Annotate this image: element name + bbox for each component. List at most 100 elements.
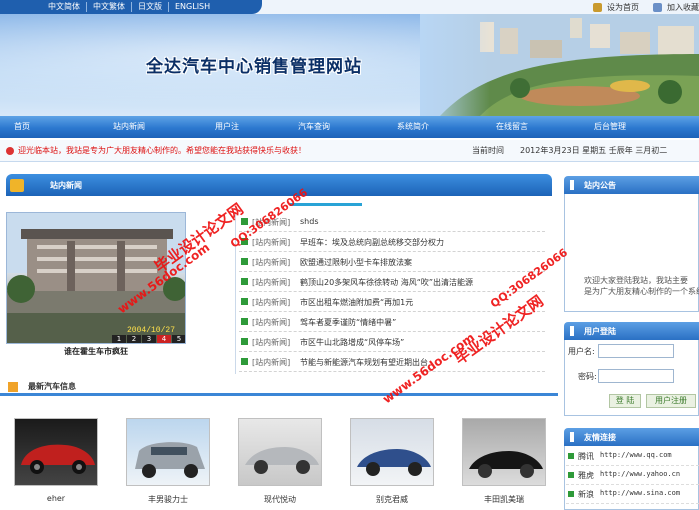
add-favorite-label: 加入收藏 [667,2,699,12]
news-tag: [站内新闻] [252,318,291,327]
news-link[interactable]: 市区牛山北路增成“风停车场” [300,337,404,348]
friend-link-sina[interactable]: 新浪 http://www.sina.com [566,486,699,504]
password-input[interactable] [598,369,674,383]
lang-japanese[interactable]: 日文版 [131,2,168,12]
news-tag: [站内新闻] [252,298,291,307]
bullet-icon [241,258,248,265]
nav-about[interactable]: 系统简介 [388,116,438,138]
photo-page-4[interactable]: 4 [157,335,171,343]
add-favorite-link[interactable]: 加入收藏 [653,2,699,13]
nav-guestbook[interactable]: 在线留言 [438,116,586,138]
car-name-4[interactable]: 别克君威 [342,494,442,505]
nav-site-news[interactable]: 站内新闻 [44,116,214,138]
site-title: 全达汽车中心销售管理网站 [146,57,362,77]
header-banner: 全达汽车中心销售管理网站 [0,14,699,116]
login-button[interactable]: 登 陆 [609,394,641,408]
username-input[interactable] [598,344,674,358]
link-name: 雅虎 [578,471,594,480]
list-item[interactable]: [站内新闻] shds [239,212,545,232]
news-link[interactable]: 欧盟通过限制小型卡车排放法案 [300,257,412,268]
red-car-image [21,444,95,474]
bullet-icon [241,318,248,325]
list-item[interactable]: [站内新闻] 节能与新能源汽车规划有望近期出台 [239,352,545,372]
photo-page-2[interactable]: 2 [127,335,141,343]
car-thumb-5[interactable] [462,418,546,486]
announcement-line-1: 欢迎大家登陆我站，我站主要 [584,276,688,285]
set-home-label: 设为首页 [607,2,639,12]
current-date: 2012年3月23日 星期五 壬辰年 三月初二 [520,146,668,155]
news-tag: [站内新闻] [252,258,291,267]
announcement-line-2: 是为广大朋友精心制作的一个系统 [584,287,699,296]
bullet-icon [568,453,574,459]
nav-admin[interactable]: 后台管理 [586,116,634,138]
nav-home[interactable]: 首页 [0,116,44,138]
nav-car-search[interactable]: 汽车查询 [240,116,388,138]
photo-page-1[interactable]: 1 [112,335,126,343]
news-link[interactable]: 早班车：埃及总统向副总统移交部分权力 [300,237,444,248]
link-name: 新浪 [578,490,594,499]
announcement-text: 欢迎大家登陆我站，我站主要 是为广大朋友精心制作的一个系统 [584,275,699,297]
links-header: 友情连接 [564,428,699,446]
news-title: 站内新闻 [50,181,82,190]
photo-pager: 1 2 3 4 5 [111,335,185,343]
news-tab-indicator [290,203,362,206]
car-thumb-4[interactable] [350,418,434,486]
header-bar-icon [570,180,574,190]
set-home-link[interactable]: 设为首页 [593,2,639,13]
car-thumb-1[interactable] [14,418,98,486]
car-thumb-2[interactable] [126,418,210,486]
city-photo [420,14,699,116]
news-link[interactable]: 鹤顶山20多架风车徐徐转动 海风“吹”出清洁能源 [300,277,473,288]
news-link[interactable]: 市区出租车燃油附加费“再加1元 [300,297,413,308]
car-thumb-3[interactable] [238,418,322,486]
car-name-3[interactable]: 现代悦动 [230,494,330,505]
nav-register[interactable]: 用户注册 [214,116,240,153]
news-link[interactable]: shds [300,217,318,226]
silver-suv-image [135,442,205,478]
car-name-1[interactable]: eher [6,494,106,503]
news-link[interactable]: 节能与新能源汽车规划有望近期出台 [300,357,428,368]
header-bar-icon [570,432,574,442]
link-url[interactable]: http://www.qq.com [600,451,672,459]
list-item[interactable]: [站内新闻] 欧盟通过限制小型卡车排放法案 [239,252,545,272]
bullet-icon [241,338,248,345]
bullet-icon [241,298,248,305]
main-nav: 首页 站内新闻 用户注册 汽车查询 系统简介 在线留言 后台管理 [0,116,699,153]
language-switcher: 中文简体 中文繁体 日文版 ENGLISH [0,0,262,14]
username-label: 用户名: [568,347,595,356]
date-label: 当前时间 [472,146,504,155]
link-url[interactable]: http://www.yahoo.cn [600,470,680,478]
news-tag: [站内新闻] [252,338,291,347]
favorite-icon [653,2,662,12]
silver-coupe-image [245,447,319,474]
link-url[interactable]: http://www.sina.com [600,489,680,497]
cars-header: 最新汽车信息 [0,378,558,396]
lang-english[interactable]: ENGLISH [168,2,216,12]
photo-page-3[interactable]: 3 [142,335,156,343]
register-button[interactable]: 用户注册 [646,394,696,408]
car-name-2[interactable]: 丰男骏力士 [118,494,218,505]
news-link[interactable]: 驾车者夏季谨防“情绪中暑” [300,317,396,328]
friend-link-qq[interactable]: 腾讯 http://www.qq.com [566,448,699,466]
photo-page-5[interactable]: 5 [172,335,185,343]
list-item[interactable]: [站内新闻] 早班车：埃及总统向副总统移交部分权力 [239,232,545,252]
bullet-icon [568,472,574,478]
photo-caption[interactable]: 谁在霍生车市疯狂 [6,346,186,357]
cars-icon [8,382,18,392]
notice-bar: 迎光临本站，我站是专为广大朋友精心制作的。希望您能在我站获得快乐与收获！ 当前时… [0,140,699,162]
top-links: 设为首页 加入收藏 [579,0,699,14]
news-header: 站内新闻 [6,174,552,196]
list-item[interactable]: [站内新闻] 鹤顶山20多架风车徐徐转动 海风“吹”出清洁能源 [239,272,545,292]
lang-simplified[interactable]: 中文简体 [42,2,86,12]
lang-traditional[interactable]: 中文繁体 [86,2,131,12]
home-icon [593,2,602,12]
header-bar-icon [570,326,574,336]
car-name-5[interactable]: 丰田凯美瑞 [454,494,554,505]
friend-link-yahoo[interactable]: 雅虎 http://www.yahoo.cn [566,467,699,485]
bullet-icon [241,278,248,285]
bullet-icon [241,358,248,365]
black-sedan-image [469,451,543,478]
login-header: 用户登陆 [564,322,699,340]
scrolling-notice: 迎光临本站，我站是专为广大朋友精心制作的。希望您能在我站获得快乐与收获！ [18,146,306,155]
announcement-title: 站内公告 [584,181,616,190]
